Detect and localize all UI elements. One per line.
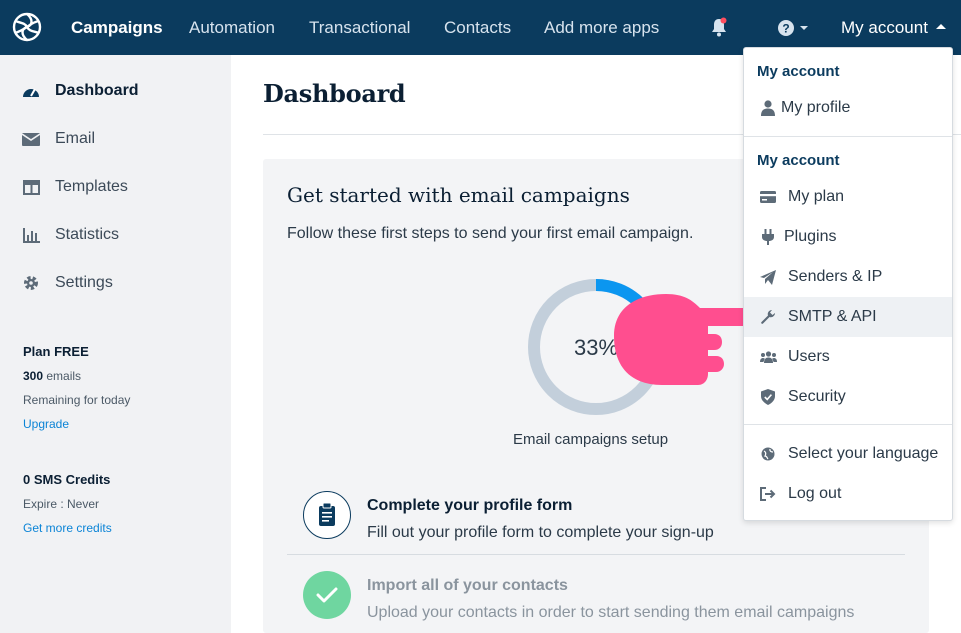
sidebar-item-dashboard[interactable]: Dashboard: [0, 71, 231, 111]
nav-add-more-apps[interactable]: Add more apps: [544, 0, 659, 55]
page-title: Dashboard: [263, 79, 406, 108]
menu-item-my-plan[interactable]: My plan: [744, 177, 952, 217]
svg-text:?: ?: [782, 22, 789, 36]
step-import-title[interactable]: Import all of your contacts: [367, 577, 568, 595]
gear-icon: [22, 274, 40, 292]
caret-up-icon: [935, 24, 946, 30]
dashboard-icon: [22, 82, 40, 100]
wrench-icon: [759, 308, 777, 326]
clipboard-icon: [319, 503, 335, 526]
sidebar-item-label: Statistics: [55, 226, 120, 243]
panel-title: Get started with email campaigns: [287, 183, 630, 207]
plug-icon: [759, 228, 777, 246]
sidebar-item-settings[interactable]: Settings: [0, 263, 231, 303]
menu-item-security[interactable]: Security: [744, 377, 952, 417]
sidebar-item-templates[interactable]: Templates: [0, 167, 231, 207]
emails-count: 300: [23, 369, 44, 383]
check-icon: [316, 587, 338, 603]
sidebar-item-label: Email: [55, 130, 96, 147]
menu-item-label: My plan: [788, 188, 845, 205]
menu-item-plugins[interactable]: Plugins: [744, 217, 952, 257]
credit-card-icon: [759, 188, 777, 206]
sms-expire-label: Expire : Never: [23, 497, 100, 511]
nav-campaigns[interactable]: Campaigns: [71, 0, 163, 55]
notification-bell-icon[interactable]: [710, 17, 728, 37]
step-import-icon-circle: [303, 571, 351, 619]
sidebar-item-label: Dashboard: [55, 82, 139, 99]
menu-item-label: Log out: [788, 485, 842, 502]
plan-title: Plan FREE: [23, 344, 89, 359]
nav-contacts[interactable]: Contacts: [444, 0, 511, 55]
step-divider: [287, 554, 905, 555]
menu-item-label: Plugins: [784, 228, 837, 245]
progress-label: Email campaigns setup: [513, 431, 669, 448]
menu-item-select-language[interactable]: Select your language: [744, 434, 952, 474]
menu-item-label: My profile: [781, 99, 851, 116]
menu-item-users[interactable]: Users: [744, 337, 952, 377]
emails-unit: emails: [46, 369, 82, 383]
dropdown-section-header: My account: [757, 63, 840, 80]
menu-item-log-out[interactable]: Log out: [744, 474, 952, 514]
help-icon[interactable]: ?: [776, 18, 810, 38]
bar-chart-icon: [22, 226, 40, 244]
menu-item-label: Security: [788, 388, 846, 405]
logout-icon: [759, 485, 777, 503]
envelope-icon: [22, 130, 40, 148]
my-account-label: My account: [841, 18, 928, 37]
nav-transactional[interactable]: Transactional: [309, 0, 410, 55]
dropdown-divider: [744, 424, 952, 425]
dropdown-divider: [744, 136, 952, 137]
step-import-desc: Upload your contacts in order to start s…: [367, 604, 855, 621]
menu-item-label: Users: [788, 348, 830, 365]
shield-icon: [759, 388, 777, 406]
step-profile-icon-circle: [303, 491, 351, 539]
emails-remaining-count: 300 emails: [23, 369, 81, 383]
menu-item-label: Select your language: [788, 445, 939, 462]
user-icon: [759, 99, 777, 117]
step-profile-title[interactable]: Complete your profile form: [367, 497, 572, 515]
menu-item-smtp-api[interactable]: SMTP & API: [744, 297, 952, 337]
dropdown-section-header: My account: [757, 152, 840, 169]
upgrade-link[interactable]: Upgrade: [23, 417, 69, 431]
sendinblue-logo-icon[interactable]: [11, 11, 43, 43]
step-profile-desc: Fill out your profile form to complete y…: [367, 524, 714, 541]
remaining-label: Remaining for today: [23, 393, 131, 407]
sidebar: Dashboard Email Templates Statistics Set…: [0, 55, 231, 633]
sidebar-item-statistics[interactable]: Statistics: [0, 215, 231, 255]
globe-icon: [759, 445, 777, 463]
sidebar-item-label: Settings: [55, 274, 113, 291]
users-icon: [759, 348, 777, 366]
menu-item-label: SMTP & API: [788, 308, 877, 325]
account-dropdown: My account My profile My account My plan…: [743, 47, 953, 521]
templates-icon: [22, 178, 40, 196]
menu-item-label: Senders & IP: [788, 268, 883, 285]
sidebar-item-email[interactable]: Email: [0, 119, 231, 159]
paper-plane-icon: [759, 268, 777, 286]
get-more-credits-link[interactable]: Get more credits: [23, 521, 112, 535]
nav-automation[interactable]: Automation: [189, 0, 275, 55]
panel-subtitle: Follow these first steps to send your fi…: [287, 225, 694, 242]
menu-item-senders-ip[interactable]: Senders & IP: [744, 257, 952, 297]
menu-item-my-profile[interactable]: My profile: [744, 88, 952, 128]
sms-credits-title: 0 SMS Credits: [23, 472, 111, 487]
pointing-hand-icon: [614, 294, 753, 385]
sidebar-item-label: Templates: [55, 178, 128, 195]
